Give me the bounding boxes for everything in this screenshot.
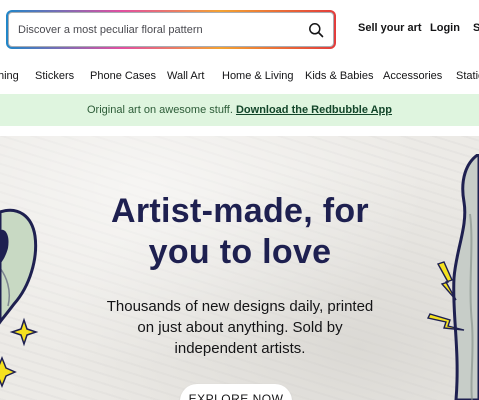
login-link[interactable]: Login (430, 22, 460, 34)
hero-subtitle-line: on just about anything. Sold by (137, 319, 343, 336)
hero-title-line: you to love (148, 233, 332, 271)
download-app-link[interactable]: Download the Redbubble App (236, 104, 392, 116)
hero-subtitle-line: independent artists. (174, 340, 306, 357)
sell-your-art-link[interactable]: Sell your art (358, 22, 422, 34)
category-stationery[interactable]: Statio (456, 70, 479, 82)
explore-now-button[interactable]: EXPLORE NOW (180, 384, 292, 400)
hero-left-illustration (0, 208, 39, 389)
sparkle-icon (0, 355, 17, 389)
site-header: Sell your art Login S (0, 0, 479, 58)
category-home-living[interactable]: Home & Living (222, 70, 294, 82)
signup-link[interactable]: S (473, 22, 479, 34)
hero-subtitle-line: Thousands of new designs daily, printed (106, 298, 374, 315)
category-stickers[interactable]: Stickers (35, 70, 74, 82)
promo-banner: Original art on awesome stuff. Download … (0, 94, 479, 126)
sparkle-icon (9, 317, 39, 347)
search-icon[interactable] (308, 22, 324, 38)
promo-text: Original art on awesome stuff. (86, 104, 233, 116)
hero-banner: Artist-made, for you to love Thousands o… (0, 136, 479, 400)
category-nav: hing Stickers Phone Cases Wall Art Home … (0, 60, 479, 92)
page: Sell your art Login S hing Stickers Phon… (0, 0, 479, 400)
hero-title: Artist-made, for you to love (80, 191, 400, 273)
hero-subtitle: Thousands of new designs daily, printed … (84, 296, 396, 359)
hero-right-illustration (426, 154, 479, 400)
category-kids-babies[interactable]: Kids & Babies (305, 70, 373, 82)
search-box (8, 12, 334, 47)
category-wall-art[interactable]: Wall Art (167, 70, 205, 82)
category-accessories[interactable]: Accessories (383, 70, 442, 82)
hero-title-line: Artist-made, for (111, 192, 369, 230)
category-phone-cases[interactable]: Phone Cases (90, 70, 156, 82)
category-clothing[interactable]: hing (0, 70, 19, 82)
search-input[interactable] (18, 13, 298, 46)
search-bar (6, 10, 336, 49)
